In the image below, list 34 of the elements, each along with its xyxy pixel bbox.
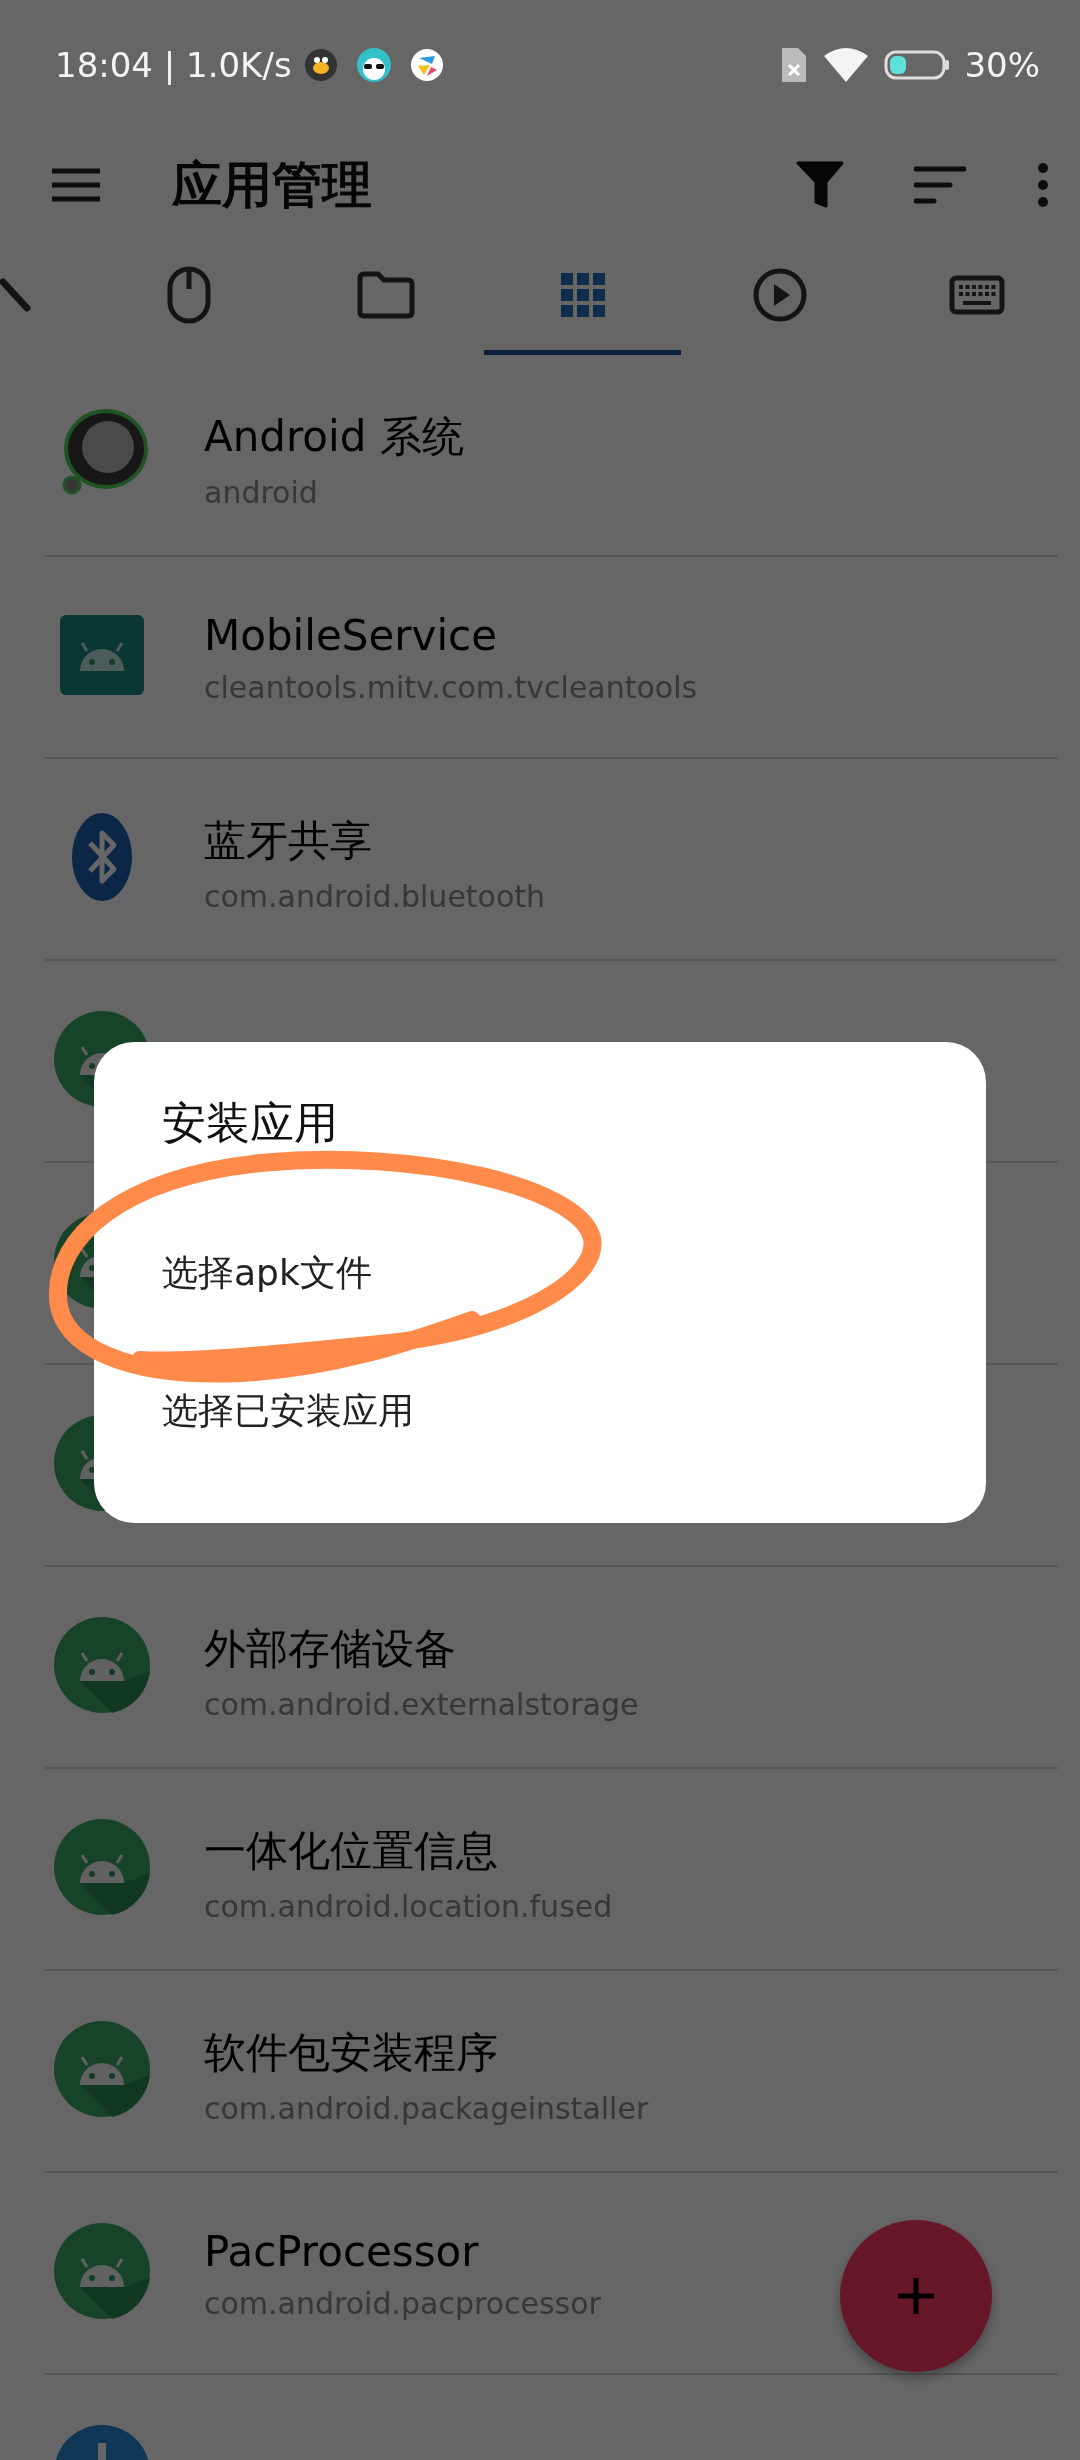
dialog-title: 安装应用 [161, 1096, 339, 1150]
filter-icon[interactable] [796, 160, 844, 210]
battery-icon [884, 49, 951, 81]
app-name: 一体化位置信息 [204, 1825, 499, 1877]
status-time: 18:04 | 1.0K/s [55, 45, 292, 85]
mouse-icon [165, 265, 212, 325]
folder-icon [355, 270, 416, 320]
grid-icon [559, 272, 606, 318]
app-name: 软件包安装程序 [204, 2027, 499, 2079]
more-icon[interactable] [1036, 162, 1050, 208]
app-logo-icon [409, 48, 444, 82]
app-title: 应用管理 [172, 154, 372, 216]
app-name: Android 系统 [204, 411, 464, 463]
play-icon [751, 267, 808, 323]
app-name: PacProcessor [204, 2227, 480, 2276]
dialog-option[interactable]: 选择已安装应用 [94, 1342, 986, 1480]
keyboard-icon [948, 275, 1005, 315]
penguin-icon [303, 48, 338, 82]
dialog-option[interactable]: 选择apk文件 [94, 1204, 986, 1342]
app-name: 外部存储设备 [204, 1623, 457, 1675]
menu-icon[interactable] [50, 167, 102, 203]
wifi-icon [822, 46, 871, 84]
android-icon [52, 2019, 152, 2119]
android-icon [52, 1615, 152, 1715]
sim-card-icon [780, 46, 809, 84]
sort-icon[interactable] [914, 165, 966, 205]
battery-percent: 30% [964, 45, 1040, 85]
app-name: MobileService [204, 611, 498, 660]
sunglasses-icon [355, 47, 392, 83]
plus-icon [896, 2276, 936, 2316]
pen-icon [0, 278, 31, 312]
app-name: 蓝牙共享 [204, 815, 373, 867]
android-icon [52, 2221, 152, 2321]
android-icon [52, 1817, 152, 1917]
